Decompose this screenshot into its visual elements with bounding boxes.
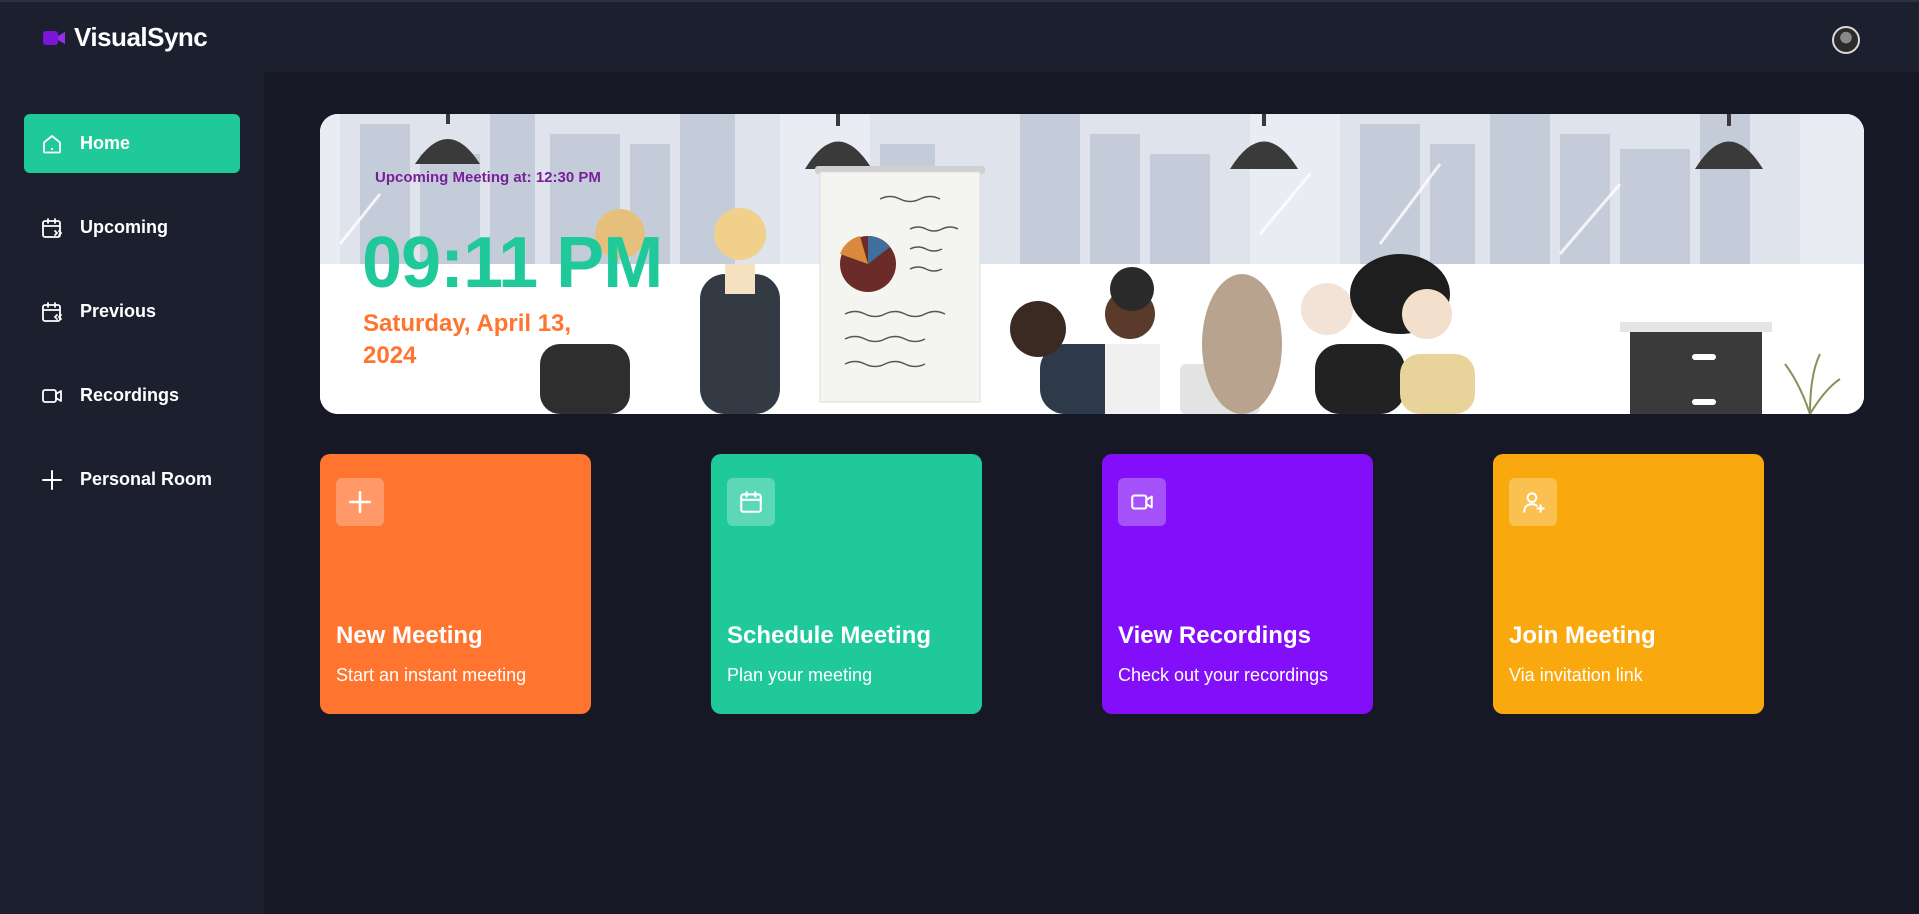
sidebar: Home Upcoming Previous Recordings Person… — [0, 72, 264, 914]
top-navbar: VisualSync — [0, 0, 1919, 72]
upcoming-meeting-text: Upcoming Meeting at: 12:30 PM — [375, 169, 601, 186]
card-title: Join Meeting — [1509, 622, 1656, 649]
current-date: Saturday, April 13, 2024 — [363, 310, 572, 369]
card-title: New Meeting — [336, 622, 483, 649]
user-plus-icon — [1509, 478, 1557, 526]
card-subtitle: Via invitation link — [1509, 665, 1643, 685]
join-meeting-card[interactable]: Join Meeting Via invitation link — [1493, 454, 1764, 714]
plus-icon — [40, 468, 64, 492]
app-name: VisualSync — [74, 22, 208, 52]
sidebar-item-upcoming[interactable]: Upcoming — [24, 198, 240, 257]
sidebar-item-personal-room[interactable]: Personal Room — [24, 450, 240, 509]
card-subtitle: Plan your meeting — [727, 665, 873, 685]
view-recordings-card[interactable]: View Recordings Check out your recording… — [1102, 454, 1373, 714]
home-icon — [40, 132, 64, 156]
hero-banner: Upcoming Meeting at: 12:30 PM 09:11 PM S… — [320, 114, 1864, 414]
schedule-meeting-card[interactable]: Schedule Meeting Plan your meeting — [711, 454, 982, 714]
card-subtitle: Start an instant meeting — [336, 665, 527, 685]
video-icon — [1118, 478, 1166, 526]
sidebar-item-label: Personal Room — [80, 469, 213, 489]
calendar-icon — [727, 478, 775, 526]
current-time: 09:11 PM — [362, 223, 663, 303]
card-subtitle: Check out your recordings — [1118, 665, 1329, 685]
sidebar-item-home[interactable]: Home — [24, 114, 240, 173]
card-title: Schedule Meeting — [727, 622, 932, 649]
card-title: View Recordings — [1118, 622, 1311, 649]
plus-icon — [336, 478, 384, 526]
calendar-back-icon — [40, 300, 64, 324]
sidebar-item-recordings[interactable]: Recordings — [24, 366, 240, 425]
sidebar-item-label: Home — [80, 133, 131, 153]
calendar-forward-icon — [40, 216, 64, 240]
video-camera-logo-icon — [42, 26, 66, 50]
sidebar-item-label: Upcoming — [80, 217, 168, 237]
brand[interactable]: VisualSync — [42, 22, 208, 53]
user-avatar[interactable] — [1832, 26, 1860, 54]
sidebar-item-previous[interactable]: Previous — [24, 282, 240, 341]
sidebar-item-label: Previous — [80, 301, 157, 321]
sidebar-item-label: Recordings — [80, 385, 180, 405]
new-meeting-card[interactable]: New Meeting Start an instant meeting — [320, 454, 591, 714]
video-icon — [40, 384, 64, 408]
